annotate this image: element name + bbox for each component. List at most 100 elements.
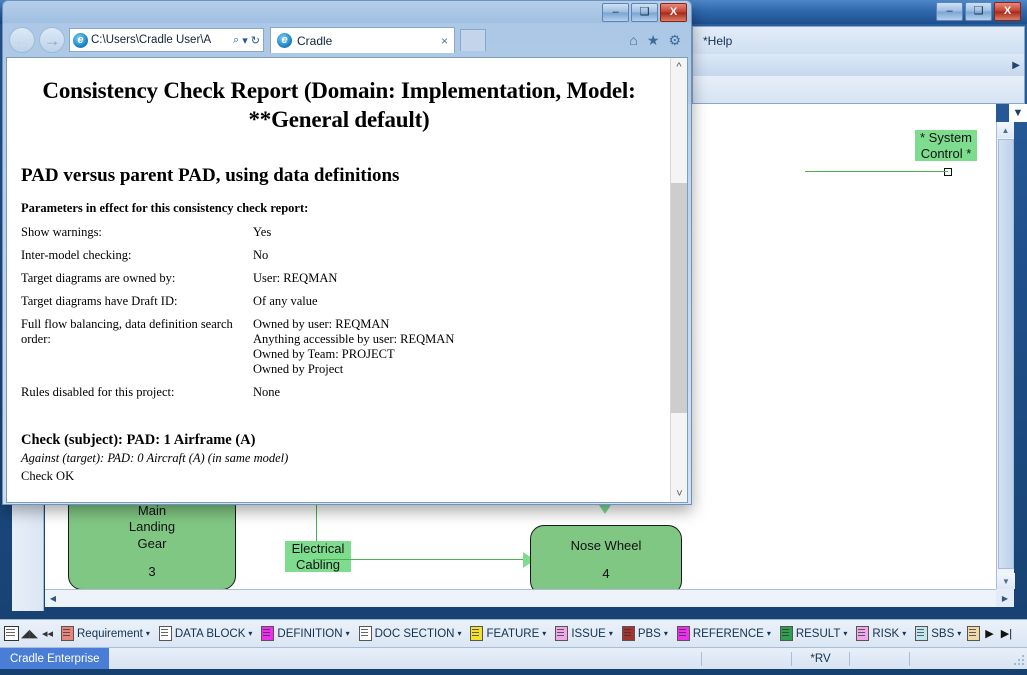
diagram-vertical-scrollbar[interactable]: ▲ ▼ bbox=[996, 122, 1015, 589]
parameter-row: Full flow balancing, data definition sea… bbox=[21, 317, 553, 385]
parameter-value-line: Anything accessible by user: REQMAN bbox=[253, 331, 455, 346]
toolbar-item-pbs[interactable]: PBS ▾ bbox=[619, 625, 671, 642]
diagram-label-electrical-cabling[interactable]: Electrical Cabling bbox=[285, 541, 351, 573]
ie-maximize-button[interactable]: ❑ bbox=[631, 3, 658, 22]
browser-tab-cradle[interactable]: e Cradle × bbox=[270, 27, 455, 53]
toolbar-item-doc-section[interactable]: DOC SECTION ▾ bbox=[356, 625, 465, 642]
last-item-icon[interactable]: ▶| bbox=[999, 627, 1014, 640]
desktop-strip bbox=[0, 669, 1027, 675]
chevron-down-icon[interactable]: ▾ bbox=[843, 629, 847, 638]
ie-close-button[interactable]: X bbox=[660, 3, 687, 22]
toolbar-item-sbs[interactable]: SBS ▾ bbox=[912, 625, 964, 642]
chevron-down-icon[interactable]: ▾ bbox=[767, 629, 771, 638]
app-close-button[interactable]: X bbox=[994, 2, 1021, 21]
parameter-value: User: REQMAN bbox=[253, 271, 553, 294]
chevron-down-icon[interactable]: ▾ bbox=[242, 34, 248, 47]
forward-button[interactable]: → bbox=[39, 27, 65, 53]
parameter-key: Target diagrams are owned by: bbox=[21, 270, 176, 285]
chevron-down-icon[interactable]: ▾ bbox=[957, 629, 961, 638]
trailing-type-icon[interactable] bbox=[967, 626, 981, 641]
document-icon bbox=[856, 626, 870, 641]
document-collapse-icon[interactable]: ▼ bbox=[1009, 104, 1027, 122]
toolbar-item-definition[interactable]: DEFINITION ▾ bbox=[258, 625, 352, 642]
ie-logo-icon: e bbox=[73, 32, 88, 48]
parameter-value: Of any value bbox=[253, 294, 553, 317]
diagram-endpoint-square[interactable] bbox=[944, 168, 952, 176]
close-icon[interactable]: × bbox=[441, 34, 448, 48]
toolbar-item-data-block[interactable]: DATA BLOCK ▾ bbox=[156, 625, 256, 642]
chevron-down-icon[interactable]: ▾ bbox=[542, 629, 546, 638]
document-icon bbox=[555, 626, 569, 641]
check-subject: Check (subject): PAD: 1 Airframe (A) bbox=[21, 431, 256, 448]
scrollbar-corner[interactable]: ▶ bbox=[996, 589, 1014, 607]
toolbar-item-result[interactable]: RESULT ▾ bbox=[777, 625, 851, 642]
document-icon bbox=[621, 626, 635, 641]
resize-grip[interactable] bbox=[1012, 655, 1024, 667]
first-item-icon[interactable]: ◢◣ bbox=[21, 626, 38, 641]
parameter-row: Rules disabled for this project: None bbox=[21, 385, 553, 408]
scroll-left-arrow[interactable]: ◀ bbox=[45, 591, 61, 607]
vertical-scroll-thumb[interactable] bbox=[671, 183, 687, 413]
parameter-key: Inter-model checking: bbox=[21, 247, 132, 262]
toolbar-item-issue[interactable]: ISSUE ▾ bbox=[552, 625, 616, 642]
app-maximize-button[interactable]: ❑ bbox=[965, 2, 992, 21]
search-icon[interactable]: ⌕ bbox=[233, 34, 239, 47]
toolbar-item-label: RESULT bbox=[795, 627, 841, 640]
statusbar-cell-rv: *RV bbox=[791, 651, 849, 666]
new-tab-button[interactable] bbox=[460, 29, 486, 51]
address-bar[interactable]: e C:\Users\Cradle User\A ⌕ ▾ ↻ bbox=[69, 28, 264, 52]
app-toolbar-secondary-row bbox=[692, 76, 1025, 104]
item-type-toolbar[interactable]: ◢◣ ◂◂ Requirement ▾ DATA BLOCK ▾ DEFINITION ▾… bbox=[0, 619, 1027, 647]
scroll-up-arrow[interactable]: ▲ bbox=[997, 122, 1014, 138]
diagram-node-main-landing-gear[interactable]: Main Landing Gear 3 bbox=[68, 493, 236, 589]
toolbar-item-reference[interactable]: REFERENCE ▾ bbox=[674, 625, 774, 642]
scroll-down-arrow[interactable]: ˅ bbox=[671, 485, 687, 502]
home-icon[interactable]: ⌂ bbox=[629, 32, 637, 48]
chevron-down-icon[interactable]: ▾ bbox=[457, 629, 461, 638]
chevron-down-icon[interactable]: ▾ bbox=[248, 629, 252, 638]
previous-item-icon[interactable]: ◂◂ bbox=[40, 626, 55, 641]
menu-item-help[interactable]: *Help bbox=[703, 34, 732, 48]
chevron-down-icon[interactable]: ▾ bbox=[664, 629, 668, 638]
refresh-icon[interactable]: ↻ bbox=[251, 34, 260, 47]
vertical-scroll-thumb[interactable] bbox=[998, 139, 1014, 569]
address-bar-url[interactable]: C:\Users\Cradle User\A bbox=[91, 34, 230, 46]
toolbar-item-feature[interactable]: FEATURE ▾ bbox=[467, 625, 549, 642]
report-vertical-scrollbar[interactable]: ^ ˅ bbox=[670, 58, 687, 502]
toolbar-item-requirement[interactable]: Requirement ▾ bbox=[58, 625, 153, 642]
chevron-down-icon[interactable]: ▾ bbox=[146, 629, 150, 638]
ie-titlebar: – ❑ X bbox=[3, 1, 691, 23]
toolbar-item-risk[interactable]: RISK ▾ bbox=[853, 625, 909, 642]
parameter-value-line: Owned by Team: PROJECT bbox=[253, 346, 395, 361]
ie-minimize-button[interactable]: – bbox=[602, 3, 629, 22]
back-button[interactable]: ← bbox=[9, 27, 35, 53]
scroll-down-arrow[interactable]: ▼ bbox=[997, 573, 1015, 589]
diagram-flow-line-flight-control bbox=[805, 171, 948, 172]
parameter-row: Inter-model checking: No bbox=[21, 248, 553, 271]
favorites-icon[interactable]: ★ bbox=[647, 32, 660, 49]
checkbox-list-icon[interactable] bbox=[4, 626, 19, 641]
chevron-down-icon[interactable]: ▾ bbox=[346, 629, 350, 638]
app-toolbar-overflow-row: ▶ bbox=[692, 54, 1025, 76]
report-document: Consistency Check Report (Domain: Implem… bbox=[7, 58, 671, 502]
statusbar-cell bbox=[909, 651, 1027, 666]
app-minimize-button[interactable]: – bbox=[936, 2, 963, 21]
diagram-node-nose-wheel[interactable]: Nose Wheel 4 bbox=[530, 525, 682, 589]
gear-icon[interactable]: ⚙ bbox=[668, 32, 681, 49]
toolbar-overflow-icon[interactable]: ▶ bbox=[1012, 60, 1020, 71]
chevron-down-icon[interactable]: ▾ bbox=[609, 629, 613, 638]
check-target: Against (target): PAD: 0 Aircraft (A) (i… bbox=[21, 450, 289, 465]
scroll-up-arrow[interactable]: ^ bbox=[671, 58, 687, 75]
diagram-horizontal-scrollbar[interactable]: ◀ bbox=[45, 589, 996, 607]
parameter-value: Owned by user: REQMAN Anything accessible… bbox=[253, 317, 553, 385]
tab-label: Cradle bbox=[297, 33, 333, 48]
diagram-label-system-control[interactable]: * System Control * bbox=[915, 130, 977, 162]
parameter-value-line: No bbox=[253, 247, 269, 262]
toolbar-item-label: DOC SECTION bbox=[374, 627, 455, 640]
chevron-down-icon[interactable]: ▾ bbox=[902, 629, 906, 638]
next-item-icon[interactable]: ▶ bbox=[983, 627, 995, 640]
app-menubar: *Help bbox=[692, 26, 1025, 54]
ie-navigation-bar: ← → e C:\Users\Cradle User\A ⌕ ▾ ↻ e Cra… bbox=[3, 23, 691, 57]
page-title: Consistency Check Report (Domain: Implem… bbox=[42, 78, 636, 133]
document-icon bbox=[61, 626, 74, 641]
